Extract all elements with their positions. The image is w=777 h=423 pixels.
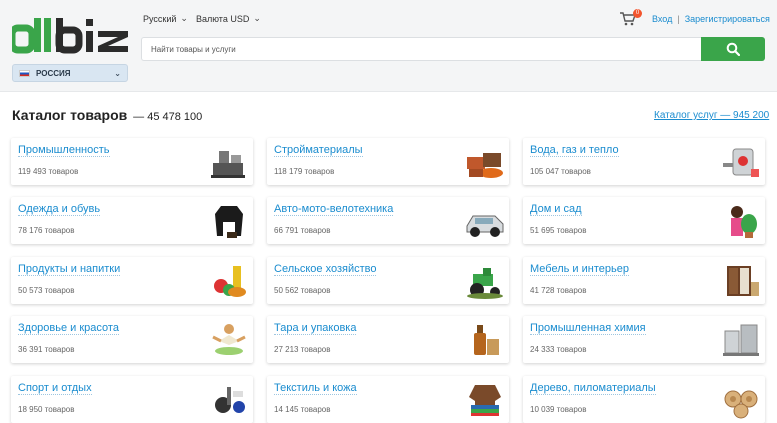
tractor-icon <box>467 268 503 299</box>
category-count: 50 562 товаров <box>274 286 331 295</box>
category-card[interactable]: Продукты и напитки 50 573 товаров <box>11 257 253 304</box>
chemical-tanks-icon <box>723 324 759 356</box>
site-header: Русский ⌄ Валюта USD ⌄ 0 Вход | Зарегистри… <box>0 0 777 92</box>
chevron-down-icon: ⌄ <box>253 13 261 23</box>
category-card[interactable]: Промышленная химия 24 333 товаров <box>523 316 765 363</box>
category-count: 36 391 товаров <box>18 345 75 354</box>
category-name[interactable]: Стройматериалы <box>274 144 363 157</box>
catalog-title: Каталог товаров <box>12 107 128 123</box>
category-card[interactable]: Текстиль и кожа 14 145 товаров <box>267 376 509 423</box>
category-count: 50 573 товаров <box>18 286 75 295</box>
register-link[interactable]: Зарегистрироваться <box>685 14 770 24</box>
leather-textile-icon <box>469 385 501 416</box>
category-name[interactable]: Тара и упаковка <box>274 322 357 335</box>
category-name[interactable]: Дом и сад <box>530 203 582 216</box>
wood-logs-icon <box>724 390 758 419</box>
cart-count-badge: 0 <box>633 9 642 18</box>
category-name[interactable]: Промышленность <box>18 144 110 157</box>
wardrobe-icon <box>727 266 759 296</box>
category-count: 66 791 товаров <box>274 226 331 235</box>
category-card[interactable]: Дом и сад 51 695 товаров <box>523 197 765 244</box>
category-card[interactable]: Авто-мото-велотехника 66 791 товаров <box>267 197 509 244</box>
category-card[interactable]: Стройматериалы 118 179 товаров <box>267 138 509 185</box>
category-count: 51 695 товаров <box>530 226 587 235</box>
category-count: 41 728 товаров <box>530 286 587 295</box>
yoga-woman-icon <box>212 324 246 355</box>
category-name[interactable]: Здоровье и красота <box>18 322 119 335</box>
currency-selector[interactable]: Валюта USD ⌄ <box>196 13 261 24</box>
category-name[interactable]: Вода, газ и тепло <box>530 144 619 157</box>
category-count: 14 145 товаров <box>274 405 331 414</box>
category-card[interactable]: Вода, газ и тепло 105 047 товаров <box>523 138 765 185</box>
category-count: 78 176 товаров <box>18 226 75 235</box>
jacket-icon <box>215 206 243 238</box>
category-count: 105 047 товаров <box>530 167 591 176</box>
region-selector[interactable]: РОССИЯ ⌄ <box>12 64 128 82</box>
category-name[interactable]: Дерево, пиломатериалы <box>530 382 656 395</box>
login-link[interactable]: Вход <box>652 14 672 24</box>
boiler-icon <box>723 148 759 177</box>
bottle-bag-icon <box>474 325 499 355</box>
category-card[interactable]: Спорт и отдых 18 950 товаров <box>11 376 253 423</box>
car-icon <box>466 215 504 237</box>
category-name[interactable]: Спорт и отдых <box>18 382 92 395</box>
category-card[interactable]: Здоровье и красота 36 391 товаров <box>11 316 253 363</box>
category-count: 10 039 товаров <box>530 405 587 414</box>
category-card[interactable]: Промышленность 119 493 товаров <box>11 138 253 185</box>
catalog-count: — 45 478 100 <box>133 111 203 123</box>
category-count: 24 333 товаров <box>530 345 587 354</box>
search-input[interactable]: Найти товары и услуги <box>141 37 701 61</box>
language-label: Русский <box>143 13 177 24</box>
allbiz-logo[interactable] <box>12 14 130 56</box>
groceries-icon <box>214 266 246 297</box>
category-name[interactable]: Мебель и интерьер <box>530 263 629 276</box>
auth-links: Вход | Зарегистрироваться <box>652 14 770 24</box>
search-icon <box>726 42 740 56</box>
chevron-down-icon: ⌄ <box>180 13 188 23</box>
category-card[interactable]: Одежда и обувь 78 176 товаров <box>11 197 253 244</box>
region-label: РОССИЯ <box>36 68 71 78</box>
chevron-down-icon: ⌄ <box>114 68 121 78</box>
category-name[interactable]: Авто-мото-велотехника <box>274 203 394 216</box>
russia-flag-icon <box>19 69 30 77</box>
category-count: 27 213 товаров <box>274 345 331 354</box>
category-name[interactable]: Промышленная химия <box>530 322 646 335</box>
category-card[interactable]: Дерево, пиломатериалы 10 039 товаров <box>523 376 765 423</box>
auth-separator: | <box>677 14 680 24</box>
category-name[interactable]: Сельское хозяйство <box>274 263 377 276</box>
category-count: 118 179 товаров <box>274 167 335 176</box>
category-name[interactable]: Продукты и напитки <box>18 263 121 276</box>
category-card[interactable]: Сельское хозяйство 50 562 товаров <box>267 257 509 304</box>
category-count: 119 493 товаров <box>18 167 79 176</box>
category-name[interactable]: Одежда и обувь <box>18 203 101 216</box>
woman-plant-icon <box>731 206 757 238</box>
currency-label: Валюта USD <box>196 13 250 24</box>
category-name[interactable]: Текстиль и кожа <box>274 382 357 395</box>
language-selector[interactable]: Русский ⌄ <box>143 13 188 24</box>
building-materials-icon <box>467 153 503 178</box>
category-card[interactable]: Тара и упаковка 27 213 товаров <box>267 316 509 363</box>
search-button[interactable] <box>701 37 765 61</box>
catalog-heading: Каталог товаров — 45 478 100 <box>12 107 202 123</box>
industry-machine-icon <box>211 151 245 178</box>
services-catalog-link[interactable]: Каталог услуг — 945 200 <box>654 110 769 121</box>
search-placeholder: Найти товары и услуги <box>151 44 236 54</box>
category-card[interactable]: Мебель и интерьер 41 728 товаров <box>523 257 765 304</box>
sports-gear-icon <box>215 387 245 413</box>
category-count: 18 950 товаров <box>18 405 75 414</box>
